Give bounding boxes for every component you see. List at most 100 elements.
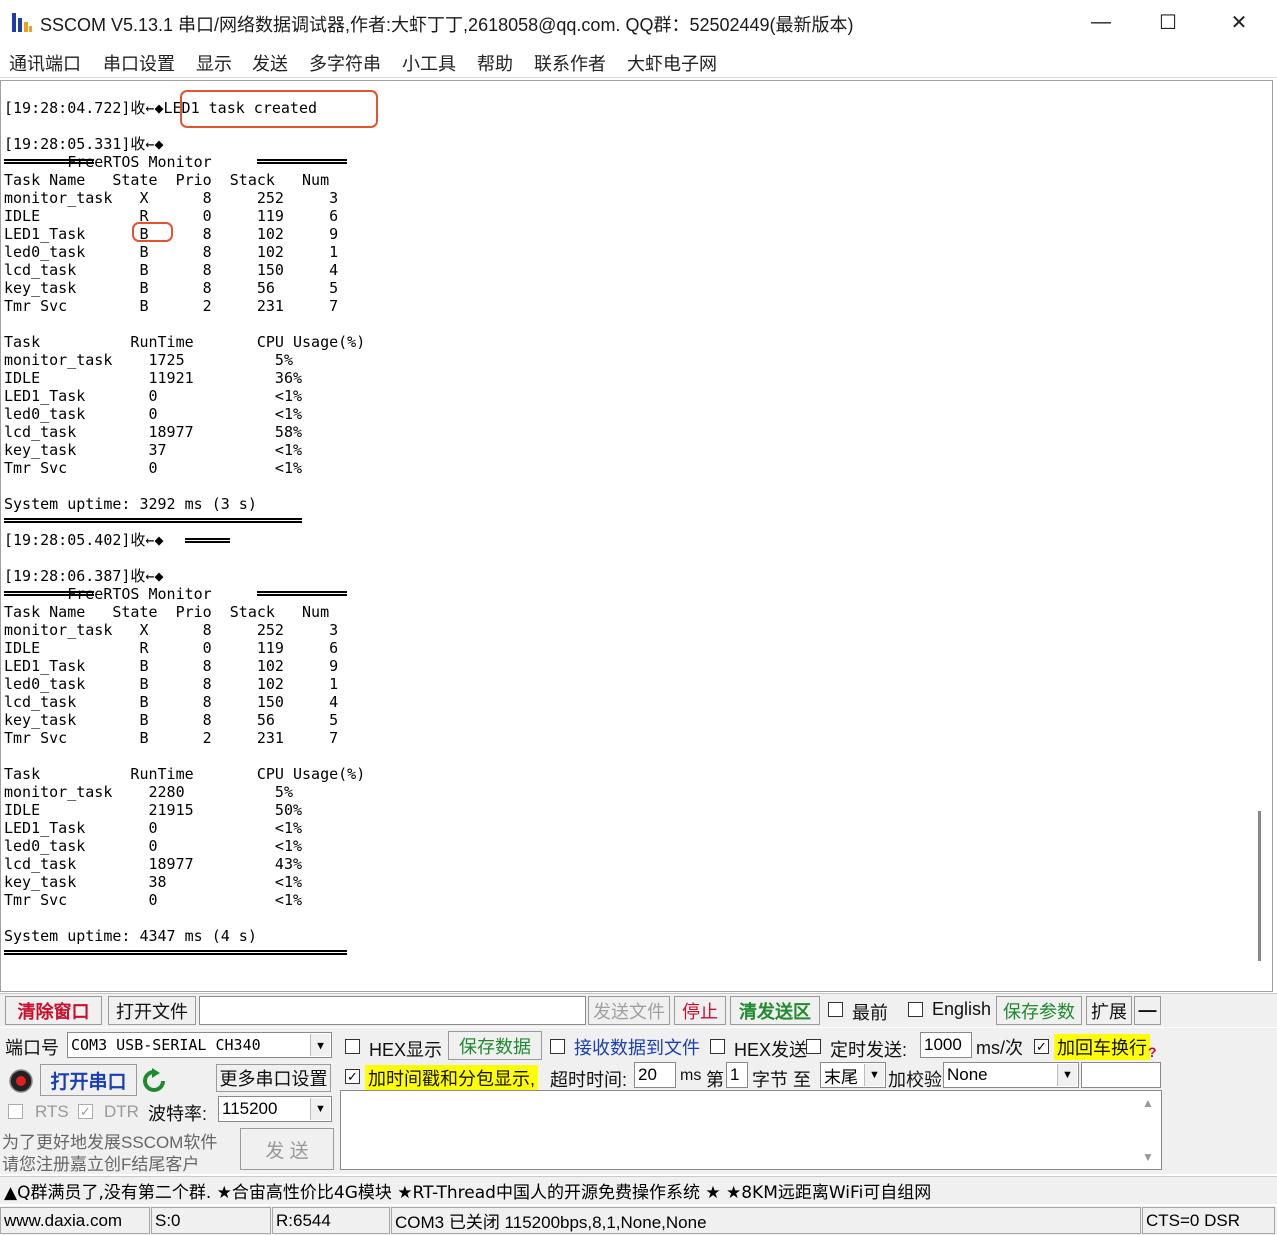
close-button[interactable]: ✕ bbox=[1204, 0, 1274, 44]
divider bbox=[4, 950, 347, 955]
timeout-input[interactable]: 20 bbox=[634, 1062, 676, 1088]
rts-label: RTS bbox=[35, 1102, 69, 1121]
receive-line: led0_task 0 <1% bbox=[4, 405, 303, 423]
crlf-checkbox[interactable]: ✓ bbox=[1034, 1039, 1049, 1054]
chevron-down-icon[interactable]: ▼ bbox=[1057, 1064, 1077, 1086]
scroll-up-icon[interactable]: ▲ bbox=[1142, 1096, 1154, 1110]
more-port-settings-button[interactable]: 更多串口设置 bbox=[216, 1064, 331, 1092]
chevron-down-icon[interactable]: ▼ bbox=[864, 1064, 884, 1086]
menu-send[interactable]: 发送 bbox=[252, 50, 288, 76]
topmost-label: 最前 bbox=[852, 1003, 888, 1023]
topmost-checkbox[interactable] bbox=[828, 1002, 843, 1017]
byte-start-input[interactable]: 1 bbox=[726, 1062, 748, 1088]
divider bbox=[185, 538, 230, 543]
port-select-value: COM3 USB-SERIAL CH340 bbox=[71, 1036, 261, 1054]
open-port-button[interactable]: 打开串口 bbox=[40, 1064, 137, 1096]
menu-multi-string[interactable]: 多字符串 bbox=[309, 50, 381, 76]
menu-daxia-site[interactable]: 大虾电子网 bbox=[627, 50, 717, 76]
scroll-down-icon[interactable]: ▼ bbox=[1142, 1150, 1154, 1164]
maximize-button[interactable]: ☐ bbox=[1133, 0, 1203, 44]
receive-line: Tmr Svc B 2 231 7 bbox=[4, 297, 339, 315]
receive-line: LED1_Task B 8 102 9 bbox=[4, 657, 339, 675]
rts-checkbox[interactable] bbox=[8, 1104, 23, 1119]
expand-button[interactable]: 扩展 bbox=[1086, 996, 1132, 1025]
file-path-input[interactable] bbox=[199, 996, 586, 1025]
send-file-button[interactable]: 发送文件 bbox=[588, 996, 670, 1025]
receive-line: lcd_task B 8 150 4 bbox=[4, 693, 339, 711]
status-bar: www.daxia.com S:0 R:6544 COM3 已关闭 115200… bbox=[0, 1206, 1277, 1235]
checksum-select[interactable]: None ▼ bbox=[943, 1062, 1079, 1088]
menu-display[interactable]: 显示 bbox=[196, 50, 232, 76]
recv-to-file-label[interactable]: 接收数据到文件 bbox=[574, 1034, 700, 1060]
chevron-down-icon[interactable]: ▼ bbox=[310, 1034, 330, 1056]
send-textarea[interactable] bbox=[340, 1090, 1162, 1170]
dtr-label: DTR bbox=[104, 1102, 139, 1121]
receive-line: LED1_Task 0 <1% bbox=[4, 819, 303, 837]
receive-line: key_task B 8 56 5 bbox=[4, 711, 339, 729]
receive-line: System uptime: 3292 ms (3 s) bbox=[4, 495, 257, 513]
save-data-button[interactable]: 保存数据 bbox=[448, 1031, 542, 1060]
collapse-button[interactable]: — bbox=[1134, 996, 1161, 1025]
divider bbox=[4, 518, 302, 523]
port-select[interactable]: COM3 USB-SERIAL CH340 ▼ bbox=[67, 1032, 332, 1058]
hex-send-checkbox[interactable] bbox=[710, 1039, 725, 1054]
open-file-button[interactable]: 打开文件 bbox=[108, 996, 196, 1025]
dtr-checkbox[interactable]: ✓ bbox=[78, 1104, 93, 1119]
news-ticker[interactable]: ▲Q群满员了,没有第二个群. ★合宙高性价比4G模块 ★RT-Thread中国人… bbox=[0, 1176, 1277, 1204]
baud-select-value: 115200 bbox=[222, 1099, 278, 1118]
checksum-label: 加校验 bbox=[888, 1070, 942, 1090]
port-label: 端口号 bbox=[5, 1038, 59, 1058]
receive-line: led0_task B 8 102 1 bbox=[4, 675, 339, 693]
divider bbox=[257, 159, 347, 164]
receive-line: IDLE 21915 50% bbox=[4, 801, 303, 819]
interval-input[interactable]: 1000 bbox=[920, 1032, 972, 1058]
recv-to-file-checkbox[interactable] bbox=[550, 1039, 565, 1054]
chevron-down-icon[interactable]: ▼ bbox=[310, 1098, 330, 1120]
receive-line: key_task B 8 56 5 bbox=[4, 279, 339, 297]
highlight-box-led1-created bbox=[180, 90, 378, 128]
receive-line: lcd_task B 8 150 4 bbox=[4, 261, 339, 279]
menu-help[interactable]: 帮助 bbox=[477, 50, 513, 76]
receive-line: key_task 37 <1% bbox=[4, 441, 303, 459]
clear-window-button[interactable]: 清除窗口 bbox=[5, 996, 102, 1025]
send-scrollbar[interactable]: ▲ ▼ bbox=[1137, 1090, 1159, 1170]
help-icon[interactable]: ? bbox=[1148, 1044, 1157, 1060]
timeout-label: 超时时间: bbox=[550, 1070, 628, 1090]
hex-display-checkbox[interactable] bbox=[345, 1039, 360, 1054]
promo-text-2[interactable]: 请您注册嘉立创F结尾客户 bbox=[2, 1150, 199, 1175]
receive-line: monitor_task 1725 5% bbox=[4, 351, 293, 369]
menu-comm-port[interactable]: 通讯端口 bbox=[9, 50, 81, 76]
english-checkbox[interactable] bbox=[908, 1002, 923, 1017]
receive-line: led0_task B 8 102 1 bbox=[4, 243, 339, 261]
receive-line: IDLE R 0 119 6 bbox=[4, 207, 339, 225]
timed-send-label: 定时发送: bbox=[830, 1040, 908, 1060]
minimize-button[interactable]: — bbox=[1066, 0, 1136, 44]
end-select[interactable]: 末尾 ▼ bbox=[820, 1062, 886, 1088]
scrollbar-thumb[interactable] bbox=[1258, 811, 1261, 961]
menu-serial-settings[interactable]: 串口设置 bbox=[103, 50, 175, 76]
extra-input[interactable] bbox=[1081, 1062, 1161, 1088]
highlight-box-led1-state bbox=[132, 222, 173, 242]
receive-area[interactable]: [19:28:04.722]收←◆LED1 task created [19:2… bbox=[0, 80, 1273, 992]
window-title: SSCOM V5.13.1 串口/网络数据调试器,作者:大虾丁丁,2618058… bbox=[40, 15, 854, 35]
save-params-button[interactable]: 保存参数 bbox=[996, 996, 1082, 1025]
receive-line: IDLE R 0 119 6 bbox=[4, 639, 339, 657]
receive-line: IDLE 11921 36% bbox=[4, 369, 303, 387]
receive-line: Tmr Svc 0 <1% bbox=[4, 891, 303, 909]
menu-contact-author[interactable]: 联系作者 bbox=[534, 50, 606, 76]
stop-button[interactable]: 停止 bbox=[674, 996, 726, 1025]
status-port-state: COM3 已关闭 115200bps,8,1,None,None bbox=[391, 1207, 1141, 1234]
status-site-link[interactable]: www.daxia.com bbox=[0, 1207, 150, 1234]
receive-line: lcd_task 18977 58% bbox=[4, 423, 303, 441]
receive-scrollbar[interactable] bbox=[1249, 81, 1271, 989]
baud-select[interactable]: 115200 ▼ bbox=[218, 1096, 332, 1122]
menu-tools[interactable]: 小工具 bbox=[402, 50, 456, 76]
clear-send-button[interactable]: 清发送区 bbox=[730, 996, 820, 1025]
timestamp-checkbox[interactable]: ✓ bbox=[345, 1069, 360, 1084]
refresh-icon[interactable] bbox=[142, 1068, 166, 1094]
timed-send-checkbox[interactable] bbox=[806, 1039, 821, 1054]
send-button[interactable]: 发 送 bbox=[240, 1128, 334, 1170]
byte-suffix: 字节 至 bbox=[752, 1070, 812, 1090]
baud-label: 波特率: bbox=[148, 1104, 208, 1124]
crlf-label: 加回车换行 bbox=[1054, 1034, 1150, 1060]
